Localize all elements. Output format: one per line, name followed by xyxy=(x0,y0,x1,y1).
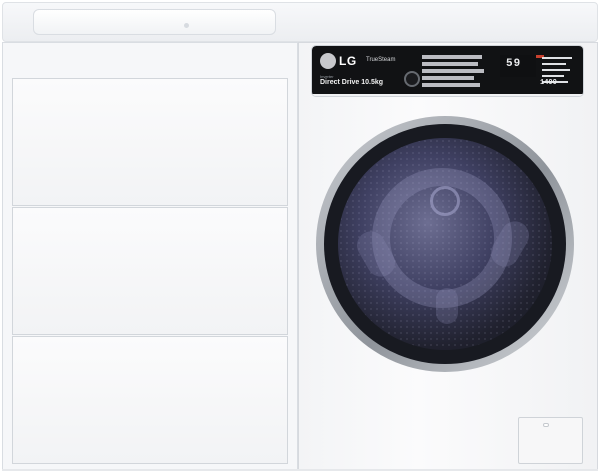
drawer-middle[interactable] xyxy=(12,207,288,335)
drum-paddle xyxy=(436,288,458,324)
spin-readout: 1400 xyxy=(540,79,557,87)
truesteam-label: TrueSteam xyxy=(366,57,396,63)
sink-basin xyxy=(33,9,276,35)
scene: LG TrueSteam Inverter Direct Drive 10.5k… xyxy=(0,0,600,473)
service-hatch[interactable] xyxy=(518,417,583,464)
drawer-bottom[interactable] xyxy=(12,336,288,464)
digital-display: 59 xyxy=(500,55,536,77)
countertop xyxy=(2,2,598,42)
drain-icon xyxy=(184,23,189,28)
control-panel-face: LG TrueSteam Inverter Direct Drive 10.5k… xyxy=(312,46,583,94)
door-glass xyxy=(338,138,552,350)
door-seal xyxy=(324,124,566,364)
brand-logo-text: LG xyxy=(339,54,357,68)
control-panel-buttons[interactable] xyxy=(312,94,583,96)
drawer-top[interactable] xyxy=(12,78,288,206)
base-edge xyxy=(2,469,598,471)
hatch-latch-icon xyxy=(543,423,549,427)
display-digits: 59 xyxy=(506,58,522,70)
direct-drive-label: Direct Drive 10.5kg xyxy=(320,79,384,86)
drum-hub xyxy=(430,186,460,216)
program-dial-icon[interactable] xyxy=(404,71,420,87)
washer-door[interactable] xyxy=(316,116,574,372)
lg-logo-icon xyxy=(320,53,336,69)
control-panel: LG TrueSteam Inverter Direct Drive 10.5k… xyxy=(311,45,584,97)
program-list xyxy=(422,49,544,91)
